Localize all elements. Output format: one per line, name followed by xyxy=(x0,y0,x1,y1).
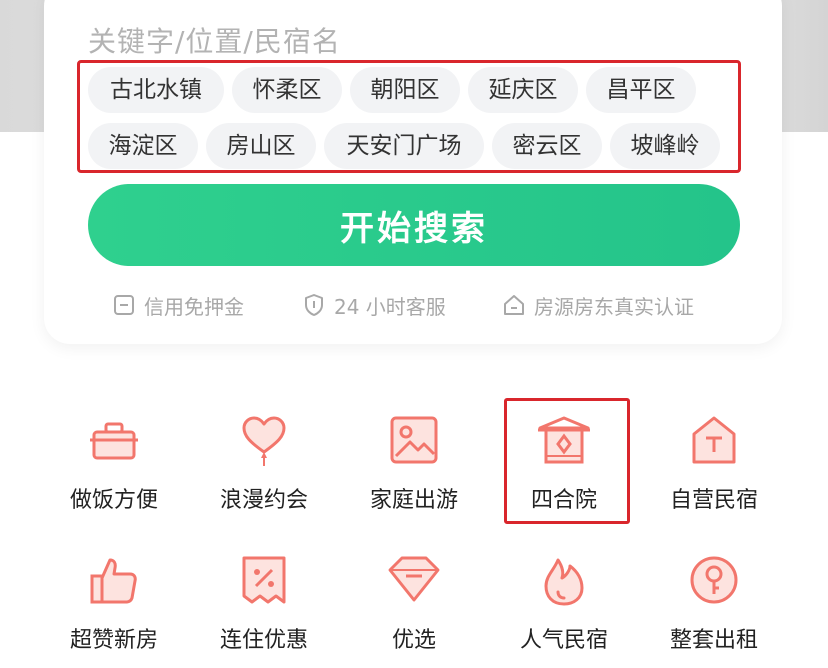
house-icon xyxy=(504,295,524,315)
category-romantic-date[interactable]: 浪漫约会 xyxy=(194,412,334,514)
feature-customer-service: 24 小时客服 xyxy=(302,290,446,320)
category-label: 自营民宿 xyxy=(669,488,758,513)
key-icon xyxy=(690,556,738,604)
category-label: 连住优惠 xyxy=(219,628,308,653)
picture-icon xyxy=(390,416,438,464)
tag-popengling[interactable]: 坡峰岭 xyxy=(610,123,720,169)
discount-coupon-icon xyxy=(242,556,286,604)
category-courtyard[interactable]: 四合院 xyxy=(494,412,634,514)
tag-gubei-water-town[interactable]: 古北水镇 xyxy=(88,67,224,113)
search-input[interactable]: 关键字/位置/民宿名 xyxy=(88,20,341,60)
tag-changping[interactable]: 昌平区 xyxy=(586,67,696,113)
category-family-trip[interactable]: 家庭出游 xyxy=(344,412,484,514)
tag-yanqing[interactable]: 延庆区 xyxy=(468,67,578,113)
tag-tiananmen-square[interactable]: 天安门广场 xyxy=(324,123,484,169)
feature-deposit-free: 信用免押金 xyxy=(112,290,244,320)
category-label: 超赞新房 xyxy=(69,628,158,653)
category-label: 优选 xyxy=(391,628,436,653)
thumbs-up-icon xyxy=(90,558,137,604)
diamond-icon xyxy=(388,556,440,602)
category-label: 四合院 xyxy=(530,488,597,513)
tag-fangshan[interactable]: 房山区 xyxy=(206,123,316,169)
start-search-button[interactable]: 开始搜索 xyxy=(88,184,740,266)
feature-verified-listing: 房源房东真实认证 xyxy=(502,290,694,320)
category-label: 做饭方便 xyxy=(69,488,158,513)
category-great-new-homes[interactable]: 超赞新房 xyxy=(44,552,184,654)
category-label: 浪漫约会 xyxy=(219,488,308,513)
tag-haidian[interactable]: 海淀区 xyxy=(88,123,198,169)
courtyard-gate-icon xyxy=(538,416,590,464)
shield-icon xyxy=(305,294,323,316)
category-label: 家庭出游 xyxy=(369,488,458,513)
category-self-operated[interactable]: 自营民宿 xyxy=(644,412,784,514)
category-long-stay-discount[interactable]: 连住优惠 xyxy=(194,552,334,654)
feature-verified-listing-label: 房源房东真实认证 xyxy=(534,294,694,319)
category-easy-cooking[interactable]: 做饭方便 xyxy=(44,412,184,514)
tag-huairou[interactable]: 怀柔区 xyxy=(232,67,342,113)
category-popular-homestay[interactable]: 人气民宿 xyxy=(494,552,634,654)
start-search-label: 开始搜索 xyxy=(340,208,488,249)
category-preferred[interactable]: 优选 xyxy=(344,552,484,654)
heart-balloon-icon xyxy=(242,416,286,466)
pot-icon xyxy=(90,422,138,460)
tag-miyun[interactable]: 密云区 xyxy=(492,123,602,169)
feature-customer-service-label: 24 小时客服 xyxy=(334,294,446,319)
feature-deposit-free-label: 信用免押金 xyxy=(144,294,244,319)
category-entire-rental[interactable]: 整套出租 xyxy=(644,552,784,654)
category-label: 人气民宿 xyxy=(519,628,608,653)
tag-chaoyang[interactable]: 朝阳区 xyxy=(350,67,460,113)
category-label: 整套出租 xyxy=(669,628,758,653)
deposit-card-icon xyxy=(114,295,134,315)
house-t-icon xyxy=(692,416,736,464)
flame-icon xyxy=(544,558,584,606)
